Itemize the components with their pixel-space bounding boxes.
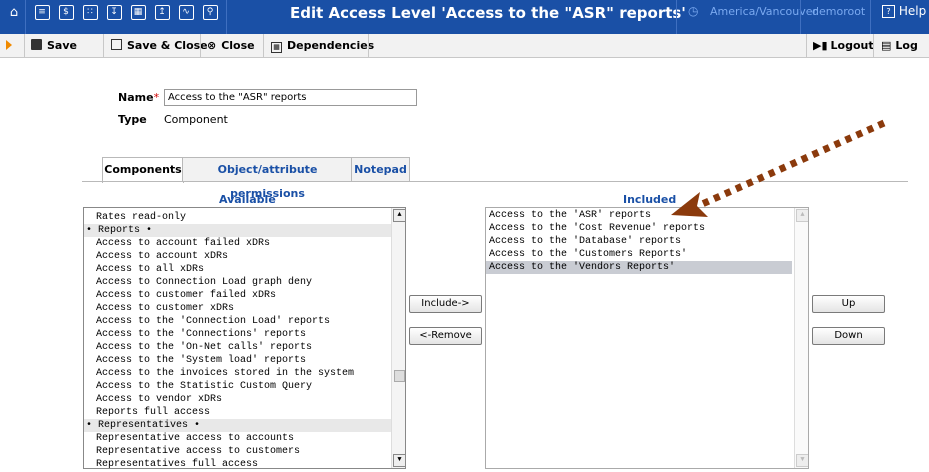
annotation-arrow-shaft xyxy=(698,119,886,209)
annotation-arrow xyxy=(671,119,886,217)
annotation-arrow-head xyxy=(671,192,708,217)
